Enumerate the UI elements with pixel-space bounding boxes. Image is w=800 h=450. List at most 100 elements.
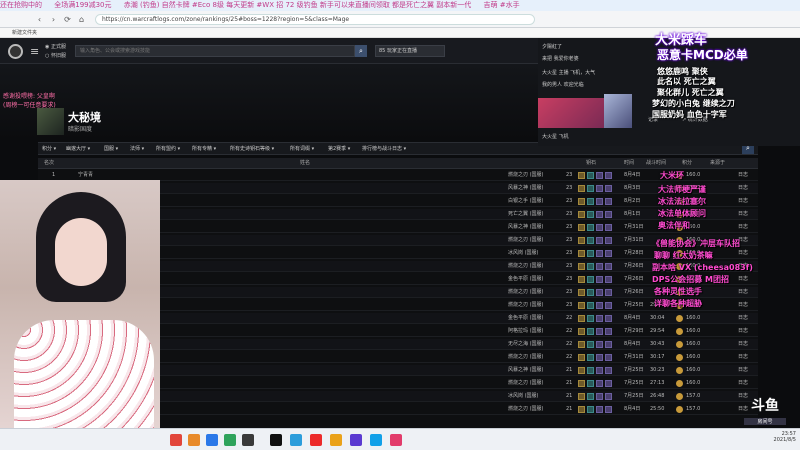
score-cell: 160.0 (686, 341, 701, 347)
log-link[interactable]: 日志 (738, 378, 748, 389)
duration-cell: 26:48 (650, 393, 665, 399)
tab-season[interactable]: 第2赛季 ▾ (328, 143, 350, 155)
gift-ranking-text: 感谢投喂榜: 父皇啊 (3, 93, 55, 100)
log-link[interactable]: 日志 (738, 339, 748, 350)
affix-icon (596, 315, 603, 322)
affix-icon (596, 367, 603, 374)
affix-icon (587, 224, 594, 231)
affix-icon (578, 185, 585, 192)
overlay-pink-line: DPS公会招募 M团招 (652, 275, 730, 284)
forward-button[interactable]: › (48, 14, 59, 25)
chat-row: 大火星 主播 飞机，大气 (542, 70, 596, 76)
app-icon[interactable] (350, 434, 362, 446)
tab-region[interactable]: 国服 ▾ (104, 143, 118, 155)
log-link[interactable]: 日志 (738, 287, 748, 298)
affix-icon (596, 263, 603, 270)
app-icon[interactable] (370, 434, 382, 446)
app-icon[interactable] (242, 434, 254, 446)
affix-icon (578, 354, 585, 361)
app-icon[interactable] (330, 434, 342, 446)
affix-icon (587, 380, 594, 387)
app-icon[interactable] (206, 434, 218, 446)
date-cell: 8月1日 (624, 211, 641, 217)
warcraftlogs-logo-icon[interactable] (8, 44, 23, 59)
url-field[interactable]: https://cn.warcraftlogs.com/zone/ranking… (95, 14, 535, 25)
overlay-pink-line: 大米环 (660, 171, 684, 180)
score-cell: 160.0 (686, 315, 701, 321)
log-link[interactable]: 日志 (738, 183, 748, 194)
date-cell: 7月25日 (624, 380, 644, 386)
server-cell: 燃烧之刃 (国服) (508, 263, 544, 269)
log-link[interactable]: 日志 (738, 326, 748, 337)
radio-classic[interactable]: ○ 怀旧服 (45, 52, 66, 59)
overlay-subtitle: 恶意卡MCD必单 (657, 48, 748, 62)
affix-icon (587, 367, 594, 374)
tab-spec[interactable]: 所有专精 ▾ (192, 143, 216, 155)
key-level-cell: 23 (566, 172, 573, 178)
affix-icon (605, 367, 612, 374)
affix-icon (587, 302, 594, 309)
log-link[interactable]: 日志 (738, 300, 748, 311)
home-button[interactable]: ⌂ (76, 14, 87, 25)
score-medal-icon (676, 341, 683, 348)
header-name[interactable]: 姓名 (300, 158, 310, 169)
radio-retail[interactable]: ◉ 正式服 (45, 43, 66, 50)
room-number-label: 房间号 (744, 418, 786, 425)
score-cell: 160.0 (686, 380, 701, 386)
key-level-cell: 22 (566, 354, 573, 360)
affix-icon (596, 341, 603, 348)
header-score[interactable]: 积分 (682, 158, 692, 169)
affix-icon (587, 198, 594, 205)
log-link[interactable]: 日志 (738, 274, 748, 285)
header-key[interactable]: 钥石 (586, 158, 596, 169)
overlay-pink-line: 各种灵性选手 (654, 287, 702, 296)
bookmark-folder[interactable]: 新建文件夹 (12, 30, 37, 36)
header-date[interactable]: 时间 (624, 158, 634, 169)
tab-class[interactable]: 法师 ▾ (130, 143, 144, 155)
header-duration[interactable]: 战斗时间 (646, 158, 666, 169)
overlay-white-line: 聚化群儿 死亡之翼 (657, 88, 724, 97)
log-link[interactable]: 日志 (738, 222, 748, 233)
header-rank[interactable]: 名次 (44, 158, 54, 169)
log-link[interactable]: 日志 (738, 209, 748, 220)
chat-row: 夕陽紅了 (542, 44, 563, 50)
zone-title: 大秘境 (68, 111, 101, 124)
app-icon[interactable] (170, 434, 182, 446)
app-icon[interactable] (310, 434, 322, 446)
score-medal-icon (676, 380, 683, 387)
log-link[interactable]: 日志 (738, 365, 748, 376)
tab-covenant[interactable]: 所有盟约 ▾ (156, 143, 180, 155)
menu-icon[interactable]: ≡ (30, 45, 39, 58)
tab-metric[interactable]: 积分 ▾ (42, 143, 56, 155)
app-icon[interactable] (290, 434, 302, 446)
date-cell: 7月26日 (624, 263, 644, 269)
log-link[interactable]: 日志 (738, 170, 748, 181)
app-icon[interactable] (270, 434, 282, 446)
clock[interactable]: 23:57 2021/8/5 (760, 431, 796, 443)
tab-leaderboard[interactable]: 排行榜与战斗日志 ▾ (362, 143, 406, 155)
app-icon[interactable] (390, 434, 402, 446)
banner-text-2: 全场满199减30元 (54, 1, 112, 9)
site-search-input[interactable]: 输入角色、公会或搜索游戏技能 (75, 45, 355, 57)
app-icon[interactable] (224, 434, 236, 446)
affix-icon (578, 237, 585, 244)
server-cell: 无尽之海 (国服) (508, 341, 544, 347)
search-icon[interactable]: ⌕ (355, 45, 367, 57)
tab-dungeon[interactable]: 幽邃大厅 ▾ (66, 143, 90, 155)
date-cell: 8月3日 (624, 185, 641, 191)
log-link[interactable]: 日志 (738, 196, 748, 207)
affix-icon (605, 276, 612, 283)
reload-button[interactable]: ⟳ (62, 14, 73, 25)
server-cell: 燃烧之刃 (国服) (508, 289, 544, 295)
log-link[interactable]: 日志 (738, 248, 748, 259)
tab-affixes[interactable]: 所有词缀 ▾ (290, 143, 314, 155)
header-source[interactable]: 来源于 (710, 158, 725, 169)
back-button[interactable]: ‹ (34, 14, 45, 25)
log-link[interactable]: 日志 (738, 352, 748, 363)
app-icon[interactable] (188, 434, 200, 446)
date-cell: 8月4日 (624, 172, 641, 178)
affix-icon (578, 302, 585, 309)
log-link[interactable]: 日志 (738, 313, 748, 324)
live-streamers-button[interactable]: 85 玩家正在直播 (375, 45, 445, 57)
tab-keystone-level[interactable]: 所有史诗钥石等级 ▾ (230, 143, 274, 155)
